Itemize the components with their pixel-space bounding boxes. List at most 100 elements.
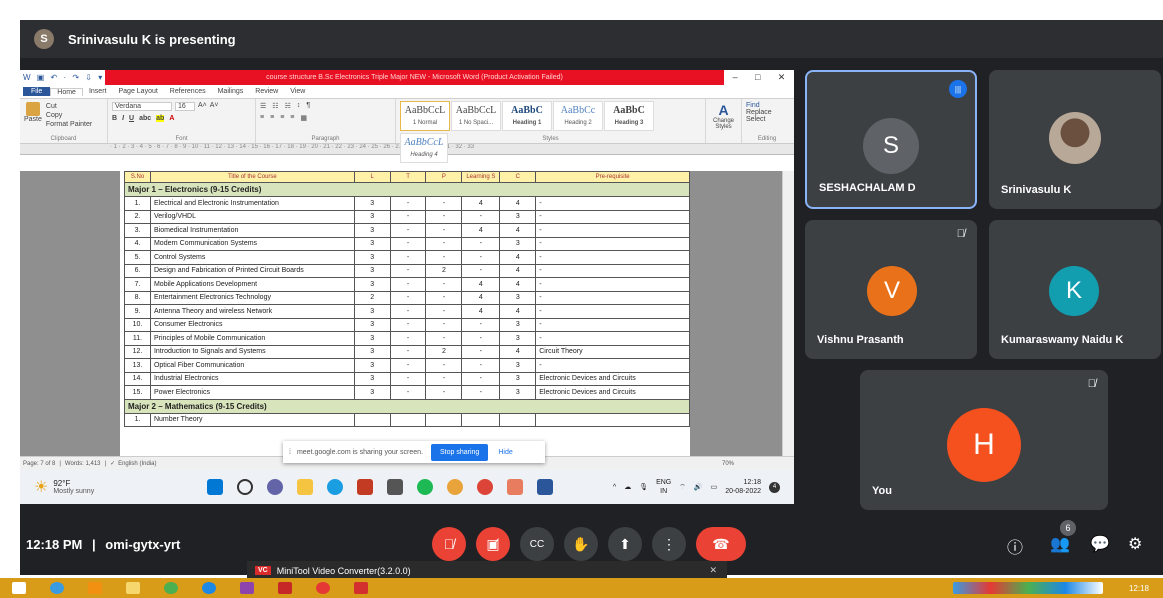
chevron-up-icon[interactable]: ^ (613, 484, 616, 491)
align-right-icon[interactable]: ≡ (280, 114, 284, 122)
underline-icon[interactable]: U (129, 115, 134, 122)
battery-icon[interactable]: ▭ (711, 483, 718, 491)
app-icon[interactable] (202, 582, 216, 594)
copy-button[interactable]: Copy (46, 111, 92, 120)
participant-tile[interactable]: K Kumaraswamy Naidu K (989, 220, 1161, 359)
vertical-scrollbar[interactable] (782, 171, 794, 456)
tab-references[interactable]: References (164, 88, 212, 95)
volume-icon[interactable]: 🔊 (694, 483, 703, 491)
close-icon[interactable]: ✕ (778, 72, 786, 83)
start-icon[interactable] (207, 479, 223, 495)
stop-sharing-button[interactable]: Stop sharing (431, 443, 489, 461)
popup-close-icon[interactable]: ✕ (709, 565, 717, 576)
chrome-active-icon[interactable] (316, 582, 330, 594)
participant-tile[interactable]: ||| S SESHACHALAM D (805, 70, 977, 209)
document-page[interactable]: S.No Title of the Course L T P Learning … (120, 171, 690, 456)
inner-clock-date[interactable]: 20-08-2022 (725, 487, 761, 496)
maximize-icon[interactable]: □ (755, 72, 760, 83)
bold-icon[interactable]: B (112, 115, 117, 122)
style-heading-1[interactable]: AaBbC Heading 1 (502, 101, 552, 131)
mic-icon[interactable]: 🎙 (639, 483, 648, 491)
word-count[interactable]: Words: 1,413 (65, 461, 101, 467)
language-indicator[interactable]: ENG (656, 478, 671, 487)
shading-icon[interactable]: ▦ (300, 114, 307, 122)
info-icon[interactable]: ⓘ (1007, 534, 1023, 558)
more-options-button[interactable]: ⋮ (652, 527, 686, 561)
explorer-icon[interactable] (126, 582, 140, 594)
wifi-icon[interactable]: ⌔ (679, 483, 686, 492)
people-icon[interactable]: 👥 (1050, 534, 1070, 554)
end-call-button[interactable]: ☎ (696, 527, 746, 561)
camera-toggle-button[interactable]: ▣̸ (476, 527, 510, 561)
font-name-select[interactable]: Verdana (112, 102, 172, 111)
ie-icon[interactable] (50, 582, 64, 594)
inner-clock-time[interactable]: 12:18 (725, 478, 761, 487)
language[interactable]: English (India) (118, 461, 156, 467)
replace-button[interactable]: Replace (746, 109, 788, 116)
sort-icon[interactable]: ↕ (297, 102, 301, 110)
search-icon[interactable] (237, 479, 253, 495)
select-button[interactable]: Select (746, 116, 788, 123)
region-indicator[interactable]: IN (656, 487, 671, 496)
self-tile[interactable]: 🎙̸ H You (860, 370, 1108, 510)
bullets-icon[interactable]: ☰ (260, 102, 266, 110)
edge-icon[interactable] (327, 479, 343, 495)
tab-mailings[interactable]: Mailings (212, 88, 250, 95)
word-icon[interactable] (537, 479, 553, 495)
hide-button[interactable]: Hide (498, 449, 512, 456)
find-button[interactable]: Find (746, 102, 788, 109)
app-icon[interactable] (357, 479, 373, 495)
chat-icon[interactable] (267, 479, 283, 495)
shrink-font-icon[interactable]: A˅ (210, 102, 219, 111)
weather-widget[interactable]: ☀ 92°F Mostly sunny (20, 477, 180, 497)
chat-icon[interactable]: 💬 (1090, 534, 1110, 554)
tab-home[interactable]: Home (50, 87, 83, 96)
font-size-select[interactable]: 16 (175, 102, 195, 111)
minimize-icon[interactable]: – (733, 72, 738, 83)
pdf-icon[interactable] (278, 582, 292, 594)
participant-tile[interactable]: Srinivasulu K (989, 70, 1161, 209)
align-left-icon[interactable]: ≡ (260, 114, 264, 122)
zoom-level[interactable]: 70% (722, 461, 734, 467)
page-count[interactable]: Page: 7 of 8 (23, 461, 55, 467)
pdf-icon[interactable] (507, 479, 523, 495)
highlight-icon[interactable]: ab (156, 115, 165, 122)
style-no-spacing[interactable]: AaBbCcL 1 No Spaci... (451, 101, 501, 131)
italic-icon[interactable]: I (122, 115, 124, 122)
meeting-code[interactable]: omi-gytx-yrt (105, 537, 180, 552)
style-heading-2[interactable]: AaBbCc Heading 2 (553, 101, 603, 131)
pilcrow-icon[interactable]: ¶ (306, 102, 310, 110)
drag-handle-icon[interactable]: ⁞ (289, 449, 291, 456)
tab-insert[interactable]: Insert (83, 88, 113, 95)
participant-tile[interactable]: 🎙̸ V Vishnu Prasanth (805, 220, 977, 359)
tab-page-layout[interactable]: Page Layout (112, 88, 163, 95)
notification-icon[interactable]: 4 (769, 481, 780, 493)
tab-file[interactable]: File (23, 87, 51, 96)
align-center-icon[interactable]: ≡ (270, 114, 274, 122)
chrome-icon[interactable] (477, 479, 493, 495)
start-icon[interactable] (12, 582, 26, 594)
tab-view[interactable]: View (284, 88, 311, 95)
cloud-icon[interactable]: ☁ (624, 483, 631, 491)
chrome-icon[interactable] (164, 582, 178, 594)
captions-button[interactable]: CC (520, 527, 554, 561)
numbering-icon[interactable]: ☷ (272, 102, 278, 110)
calculator-icon[interactable] (387, 479, 403, 495)
mic-toggle-button[interactable]: 🎙̸ (432, 527, 466, 561)
paint-icon[interactable] (447, 479, 463, 495)
present-button[interactable]: ⬆ (608, 527, 642, 561)
spotify-icon[interactable] (417, 479, 433, 495)
file-explorer-icon[interactable] (297, 479, 313, 495)
change-styles-icon[interactable]: A (710, 102, 737, 118)
strikethrough-icon[interactable]: abc (139, 115, 151, 122)
grow-font-icon[interactable]: A˄ (198, 102, 207, 111)
media-player-icon[interactable] (88, 582, 102, 594)
minitool-taskbar-icon[interactable] (354, 582, 368, 594)
paste-button[interactable]: Paste (24, 116, 42, 123)
font-color-icon[interactable]: A (169, 115, 174, 122)
change-styles-button[interactable]: Change Styles (710, 118, 737, 130)
style-normal[interactable]: AaBbCcL 1 Normal (400, 101, 450, 131)
justify-icon[interactable]: ≡ (290, 114, 294, 122)
quick-access-toolbar[interactable]: W ▣ ↶ · ↷ ⇩ ▾ (20, 73, 105, 82)
proofing-icon[interactable]: ✓ (110, 460, 115, 467)
